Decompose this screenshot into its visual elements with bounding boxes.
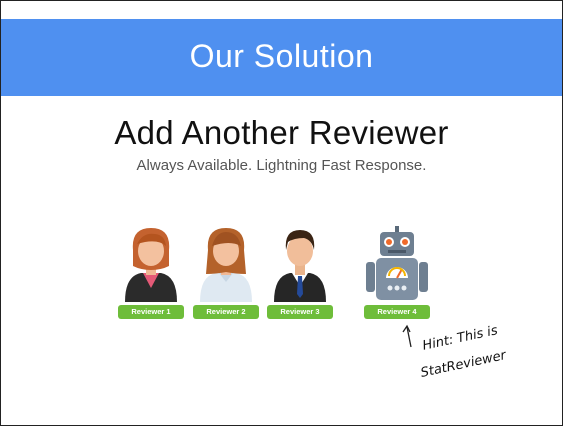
robot-icon xyxy=(366,226,428,300)
slide-subheading: Always Available. Lightning Fast Respons… xyxy=(136,157,427,174)
reviewer-3: Reviewer 3 xyxy=(267,226,333,319)
slide-heading: Add Another Reviewer xyxy=(114,114,449,151)
hint-line-2: StatReviewer xyxy=(419,348,508,381)
banner-title: Our Solution xyxy=(189,38,374,74)
reviewer-badge: Reviewer 4 xyxy=(364,305,430,319)
arrow-up-icon xyxy=(402,324,412,348)
reviewer-badge: Reviewer 3 xyxy=(267,305,333,319)
slide: Our Solution Add Another Reviewer Always… xyxy=(1,1,562,425)
reviewer-badge: Reviewer 2 xyxy=(193,305,259,319)
female-reviewer-icon xyxy=(125,228,177,302)
reviewer-2: Reviewer 2 xyxy=(193,226,259,319)
female-reviewer-icon xyxy=(200,228,252,302)
male-reviewer-icon xyxy=(274,230,326,302)
reviewer-4: Reviewer 4 xyxy=(364,226,430,319)
reviewer-badge: Reviewer 1 xyxy=(118,305,184,319)
reviewer-1: Reviewer 1 xyxy=(118,226,184,319)
hint-line-1: Hint: This is xyxy=(421,323,500,354)
